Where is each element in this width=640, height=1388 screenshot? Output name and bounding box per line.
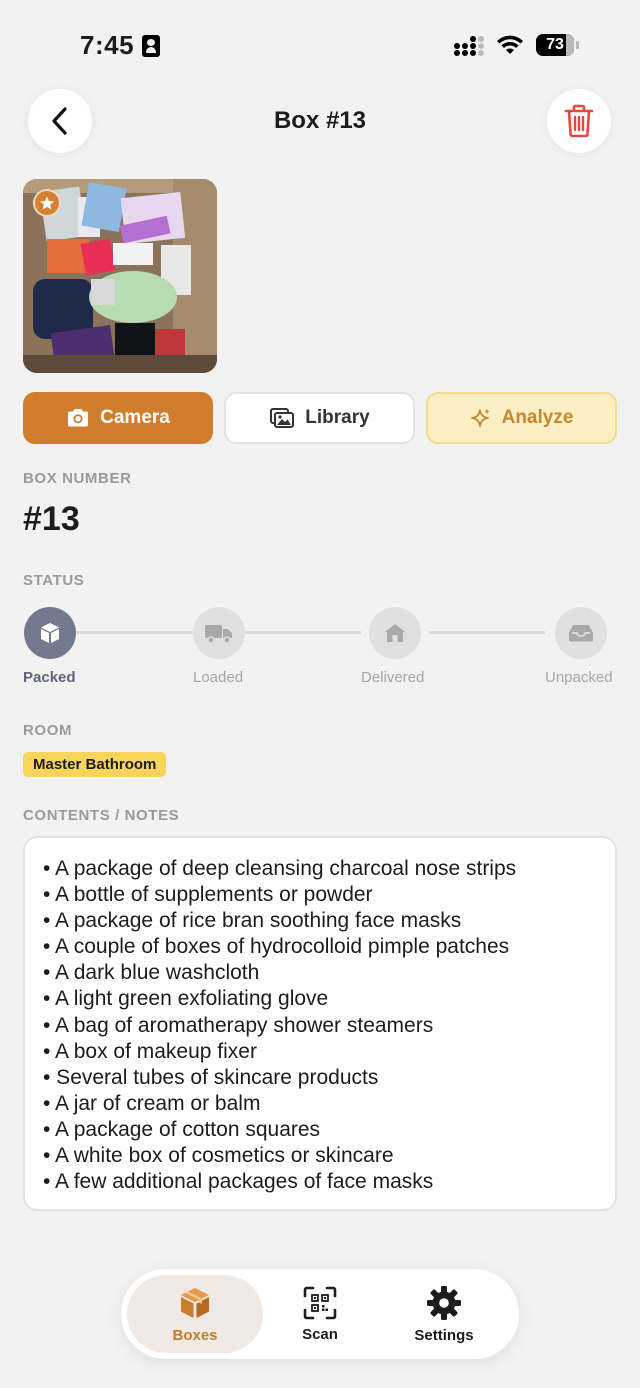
notes-line: • A package of cotton squares [43, 1117, 321, 1141]
tab-scan-label: Scan [302, 1325, 338, 1343]
status-connector [245, 631, 361, 634]
notes-line: • A jar of cream or balm [43, 1091, 261, 1115]
sparkles-icon [470, 408, 490, 427]
tab-boxes[interactable]: Boxes [127, 1275, 263, 1353]
status-step-label: Delivered [361, 669, 425, 686]
status-step-unpacked[interactable] [555, 607, 607, 659]
tab-boxes-label: Boxes [172, 1326, 218, 1344]
status-connector [76, 631, 193, 634]
focus-person-icon [142, 35, 160, 57]
notes-label: CONTENTS / NOTES [23, 807, 180, 824]
notes-line: • A bottle of supplements or powder [43, 883, 373, 907]
tab-settings-label: Settings [414, 1326, 474, 1344]
status-connector [429, 631, 545, 634]
page-title: Box #13 [273, 107, 367, 134]
box-photo[interactable] [23, 179, 217, 373]
primary-photo-star-icon [33, 189, 61, 217]
status-step-loaded[interactable] [193, 607, 245, 659]
box-icon [181, 1287, 209, 1318]
wifi-icon [497, 35, 523, 54]
status-time: 7:45 [80, 30, 135, 60]
box-number-label: BOX NUMBER [23, 470, 132, 487]
camera-button[interactable]: Camera [23, 392, 213, 444]
notes-line: • A few additional packages of face mask… [43, 1170, 434, 1194]
delete-button[interactable] [547, 89, 611, 153]
camera-icon [68, 409, 89, 427]
status-step-label: Unpacked [545, 669, 613, 686]
tab-settings[interactable]: Settings [383, 1275, 505, 1353]
status-label: STATUS [23, 572, 85, 589]
tab-bar: Boxes Scan Settings [121, 1269, 519, 1359]
notes-line: • Several tubes of skincare products [43, 1065, 379, 1089]
room-label: ROOM [23, 722, 73, 739]
status-step-label: Packed [23, 669, 76, 686]
status-step-label: Loaded [193, 669, 244, 686]
notes-line: • A package of rice bran soothing face m… [43, 909, 462, 933]
notes-line: • A white box of cosmetics or skincare [43, 1144, 394, 1168]
photo-library-icon [270, 408, 295, 428]
library-button[interactable]: Library [224, 392, 415, 444]
notes-textarea[interactable]: • A package of deep cleansing charcoal n… [23, 836, 617, 1211]
camera-button-label: Camera [100, 407, 170, 428]
cellular-signal-icon [454, 35, 488, 57]
notes-line: • A box of makeup fixer [43, 1039, 257, 1063]
house-icon [385, 624, 405, 642]
status-step-delivered[interactable] [369, 607, 421, 659]
status-bar: 7:45 73 [0, 0, 640, 92]
room-chip[interactable]: Master Bathroom [23, 752, 167, 777]
gear-icon [427, 1285, 461, 1320]
truck-icon [205, 625, 232, 644]
qr-scan-icon [303, 1286, 337, 1319]
notes-line: • A couple of boxes of hydrocolloid pimp… [43, 935, 510, 959]
notes-line: • A light green exfoliating glove [43, 987, 329, 1011]
trash-icon [564, 104, 594, 138]
analyze-button[interactable]: Analyze [426, 392, 617, 444]
box-number-value: #13 [23, 500, 80, 538]
notes-line: • A dark blue washcloth [43, 961, 260, 985]
notes-line: • A bag of aromatherapy shower steamers [43, 1013, 434, 1037]
battery-level: 73 [546, 36, 564, 53]
analyze-button-label: Analyze [501, 407, 574, 428]
battery-cap [576, 41, 579, 49]
cube-icon [41, 623, 59, 643]
status-step-packed[interactable] [24, 607, 76, 659]
tray-icon [569, 625, 593, 642]
notes-line: • A package of deep cleansing charcoal n… [43, 857, 517, 880]
battery-icon: 73 [536, 34, 574, 56]
library-button-label: Library [305, 407, 370, 428]
tab-scan[interactable]: Scan [261, 1275, 379, 1353]
